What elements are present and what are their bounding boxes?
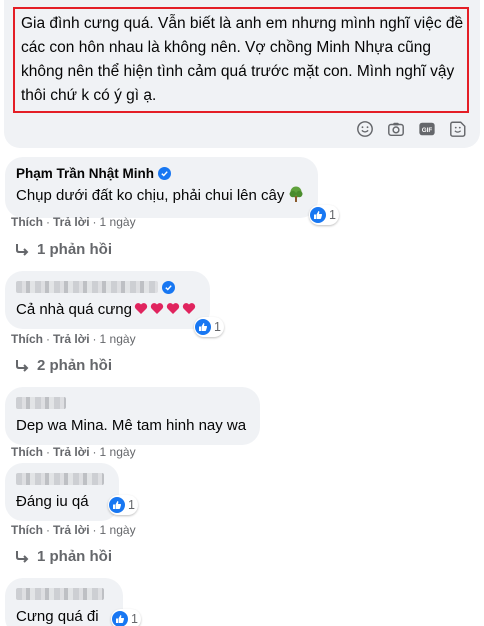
- comment-author[interactable]: [16, 585, 109, 603]
- comment-actions: Thích · Trả lời · 1 ngày: [11, 445, 136, 459]
- comment-text-content: Đáng iu qá: [16, 493, 89, 510]
- like-link[interactable]: Thích: [11, 523, 43, 537]
- comment-item: Phạm Trần Nhật Minh Chụp dưới đất ko chị…: [5, 157, 339, 225]
- author-name[interactable]: Phạm Trần Nhật Minh: [16, 166, 154, 181]
- comment-time[interactable]: 1 ngày: [100, 215, 136, 229]
- comment-bubble: Phạm Trần Nhật Minh Chụp dưới đất ko chị…: [5, 157, 319, 218]
- reaction-count: 1: [329, 208, 336, 222]
- reaction-summary[interactable]: 1: [194, 317, 224, 337]
- reply-arrow-icon: [16, 359, 29, 372]
- comment-bubble: Dep wa Mina. Mê tam hinh nay wa: [5, 387, 261, 445]
- view-replies-button[interactable]: 2 phản hồi: [15, 357, 112, 374]
- reaction-count: 1: [128, 498, 135, 512]
- reaction-count: 1: [131, 612, 138, 626]
- comment-text-content: Dep wa Mina. Mê tam hinh nay wa: [16, 417, 247, 434]
- comment-text-content: Cưng quá đi: [16, 608, 99, 625]
- blurred-author-name[interactable]: [16, 588, 104, 600]
- comment-bubble: Cả nhà quá cưng: [5, 271, 210, 329]
- blurred-author-name[interactable]: [16, 473, 104, 485]
- like-reaction-icon: [310, 207, 326, 223]
- comment-text: Cả nhà quá cưng: [16, 299, 196, 321]
- heart-icon: [166, 303, 180, 314]
- heart-emojis: [132, 301, 196, 318]
- reaction-summary[interactable]: 1: [111, 609, 141, 626]
- verified-badge-icon: [158, 166, 172, 180]
- heart-icon: [182, 303, 196, 314]
- reaction-summary[interactable]: 1: [309, 205, 339, 225]
- replies-count[interactable]: 2 phản hồi: [37, 357, 112, 374]
- heart-icon: [134, 303, 148, 314]
- comment-author[interactable]: [16, 278, 196, 296]
- comment-item: Dep wa Mina. Mê tam hinh nay wa: [5, 387, 261, 445]
- like-reaction-icon: [112, 611, 128, 626]
- comment-bubble: Đáng iu qá: [5, 463, 119, 521]
- comment-text: Dep wa Mina. Mê tam hinh nay wa: [16, 415, 246, 437]
- replies-count[interactable]: 1 phản hồi: [37, 548, 112, 565]
- emoji-icon[interactable]: [355, 119, 375, 139]
- comment-actions: Thích · Trả lời · 1 ngày: [11, 523, 136, 537]
- reply-link[interactable]: Trả lời: [53, 215, 90, 229]
- blurred-author-name[interactable]: [16, 397, 66, 409]
- like-link[interactable]: Thích: [11, 445, 43, 459]
- tree-emoji-icon: [288, 186, 304, 210]
- comment-text-content: Chụp dưới đất ko chịu, phải chui lên cây: [16, 187, 285, 204]
- reaction-count: 1: [214, 320, 221, 334]
- comment-text: Cưng quá đi: [16, 606, 109, 626]
- comment-author[interactable]: [16, 470, 105, 488]
- comment-text-content: Cả nhà quá cưng: [16, 301, 132, 318]
- comment-time[interactable]: 1 ngày: [100, 332, 136, 346]
- reply-link[interactable]: Trả lời: [53, 332, 90, 346]
- comment-text: Đáng iu qá: [16, 491, 105, 513]
- comment-composer[interactable]: Gia đình cưng quá. Vẫn biết là anh em nh…: [4, 0, 480, 148]
- reaction-summary[interactable]: 1: [108, 495, 138, 515]
- like-link[interactable]: Thích: [11, 332, 43, 346]
- reply-link[interactable]: Trả lời: [53, 523, 90, 537]
- composer-toolbar: GIF: [355, 119, 468, 139]
- comment-item: Đáng iu qá 1: [5, 463, 138, 521]
- blurred-author-name[interactable]: [16, 281, 158, 293]
- comment-author[interactable]: [16, 394, 246, 412]
- like-link[interactable]: Thích: [11, 215, 43, 229]
- like-reaction-icon: [109, 497, 125, 513]
- gif-icon[interactable]: GIF: [417, 119, 437, 139]
- verified-badge-icon: [162, 280, 175, 294]
- reply-arrow-icon: [16, 550, 29, 563]
- comment-bubble: Cưng quá đi: [5, 578, 123, 626]
- reply-link[interactable]: Trả lời: [53, 445, 90, 459]
- comment-time[interactable]: 1 ngày: [100, 523, 136, 537]
- comment-actions: Thích · Trả lời · 1 ngày: [11, 215, 136, 229]
- comment-item: Cưng quá đi 1: [5, 578, 141, 626]
- comment-time[interactable]: 1 ngày: [100, 445, 136, 459]
- comment-text: Chụp dưới đất ko chịu, phải chui lên cây: [16, 185, 304, 210]
- like-reaction-icon: [195, 319, 211, 335]
- view-replies-button[interactable]: 1 phản hồi: [15, 548, 112, 565]
- gif-label: GIF: [422, 127, 433, 134]
- camera-icon[interactable]: [386, 119, 406, 139]
- comment-actions: Thích · Trả lời · 1 ngày: [11, 332, 136, 346]
- composer-text[interactable]: Gia đình cưng quá. Vẫn biết là anh em nh…: [21, 12, 466, 108]
- view-replies-button[interactable]: 1 phản hồi: [15, 241, 112, 258]
- comment-author[interactable]: Phạm Trần Nhật Minh: [16, 164, 304, 182]
- sticker-icon[interactable]: [448, 119, 468, 139]
- reply-arrow-icon: [16, 243, 29, 256]
- comment-item: Cả nhà quá cưng 1: [5, 271, 224, 337]
- heart-icon: [150, 303, 164, 314]
- replies-count[interactable]: 1 phản hồi: [37, 241, 112, 258]
